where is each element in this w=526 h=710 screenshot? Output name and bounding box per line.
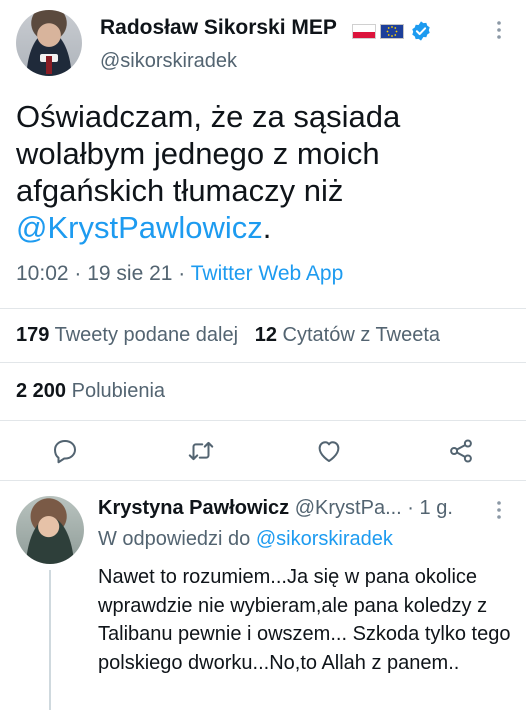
- replying-to-link[interactable]: @sikorskiradek: [256, 528, 393, 550]
- author-avatar[interactable]: [16, 10, 82, 76]
- divider: [0, 362, 526, 363]
- retweets-stat[interactable]: 179 Tweety podane dalej: [16, 324, 238, 346]
- author-name[interactable]: Radosław Sikorski MEP: [100, 16, 337, 40]
- poland-flag-icon: [352, 24, 376, 39]
- share-icon[interactable]: [446, 436, 476, 466]
- heart-icon[interactable]: [314, 436, 344, 466]
- reply-text: Nawet to rozumiem...Ja się w pana okolic…: [98, 566, 511, 674]
- eu-flag-icon: [380, 24, 404, 39]
- reply-age[interactable]: · 1 g.: [402, 497, 453, 519]
- reply-author-handle[interactable]: @KrystPa...: [295, 497, 402, 519]
- divider: [0, 308, 526, 309]
- quotes-count: 12: [254, 324, 277, 346]
- retweets-label: Tweety podane dalej: [54, 324, 239, 346]
- quotes-label: Cytatów z Tweeta: [282, 324, 441, 346]
- replying-to: W odpowiedzi do @sikorskiradek: [98, 528, 393, 551]
- tweet-mention-link[interactable]: @KrystPawlowicz: [16, 210, 263, 245]
- tweet-text-end: .: [262, 210, 272, 245]
- tweet-text: Oświadczam, że za sąsiada wolałbym jedne…: [16, 98, 506, 246]
- divider: [0, 480, 526, 481]
- verified-badge-icon: [410, 20, 432, 42]
- reply-author: Krystyna Pawłowicz @KrystPa... · 1 g.: [98, 497, 453, 520]
- engagement-stats: 179 Tweety podane dalej 12 Cytatów z Twe…: [16, 324, 440, 347]
- reply-icon[interactable]: [50, 436, 80, 466]
- likes-count: 2 200: [16, 380, 67, 402]
- retweet-icon[interactable]: [186, 436, 216, 466]
- more-vertical-icon[interactable]: [493, 500, 505, 520]
- likes-label: Polubienia: [71, 380, 166, 402]
- tweet-meta: 10:02 · 19 sie 21 · Twitter Web App: [16, 262, 343, 286]
- quotes-stat[interactable]: 12 Cytatów z Tweeta: [255, 324, 440, 346]
- tweet-timestamp[interactable]: 10:02 · 19 sie 21 ·: [16, 262, 191, 285]
- replying-to-prefix: W odpowiedzi do: [98, 528, 256, 550]
- retweets-count: 179: [16, 324, 50, 346]
- tweet-source-app[interactable]: Twitter Web App: [191, 262, 344, 285]
- tweet-text-main: Oświadczam, że za sąsiada wolałbym jedne…: [16, 99, 401, 208]
- more-vertical-icon[interactable]: [493, 20, 505, 40]
- author-handle[interactable]: @sikorskiradek: [100, 50, 237, 73]
- divider: [0, 420, 526, 421]
- reply-author-avatar[interactable]: [16, 496, 84, 564]
- thread-line: [49, 570, 51, 710]
- reply-author-name[interactable]: Krystyna Pawłowicz: [98, 497, 289, 519]
- likes-stat[interactable]: 2 200 Polubienia: [16, 380, 165, 403]
